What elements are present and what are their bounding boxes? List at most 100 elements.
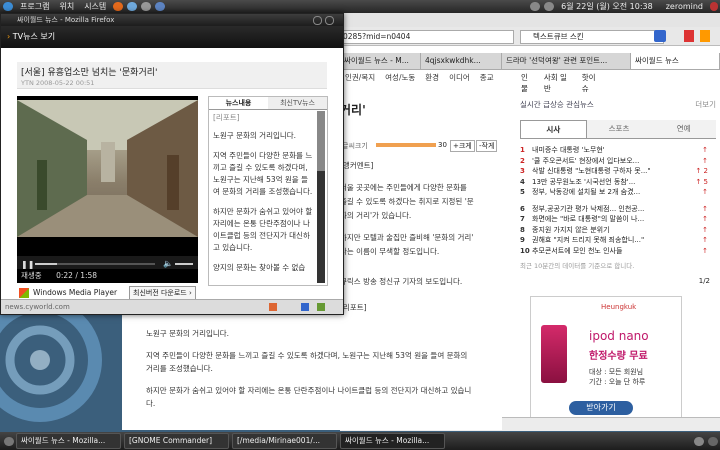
hot-news-item[interactable]: 1 내미증수 대통령 '노무현' ↑ bbox=[520, 145, 716, 156]
hot-news-item[interactable]: 9 권해효 "지켜 드리지 못해 죄송합니..." ↑ bbox=[520, 235, 716, 246]
pause-button[interactable]: ❚❚ bbox=[21, 260, 34, 269]
category-6[interactable]: 인물 bbox=[516, 70, 539, 93]
close-button[interactable] bbox=[325, 16, 334, 25]
tab-2[interactable]: 4qjsxkwkdhk... bbox=[421, 53, 502, 69]
news-headline[interactable]: 추모콘서트에 모인 천노 인사들 bbox=[532, 246, 690, 257]
font-size-value: 30 bbox=[438, 141, 447, 149]
firefox-launcher-icon[interactable] bbox=[113, 2, 124, 11]
rank-change: ↑ bbox=[702, 246, 708, 255]
wmp-bar: Windows Media Player 최신버전 다운로드 › bbox=[17, 286, 199, 300]
more-link[interactable]: 더보기 bbox=[695, 99, 716, 110]
news-headline[interactable]: 종지원 가지지 않은 분위기 bbox=[532, 225, 690, 236]
rank-change: ↑ 5 bbox=[695, 177, 708, 186]
hot-news-item[interactable]: 10 추모콘서트에 모인 천노 인사들 ↑ bbox=[520, 246, 716, 257]
mail-launcher-icon[interactable] bbox=[127, 2, 138, 11]
ipod-ad[interactable]: Heungkuk ipod nano 한정수량 무료 대상 : 모든 회원님 기… bbox=[530, 296, 682, 426]
volume-icon[interactable] bbox=[544, 2, 555, 11]
windows-logo-icon bbox=[19, 288, 29, 298]
hot-news-item[interactable]: 3 삭발 신대통령 "노현대통령 구하자 못..." ↑ 2 bbox=[520, 166, 716, 177]
tab-4-active[interactable]: 싸이월드 뉴스 bbox=[631, 53, 720, 69]
power-icon[interactable] bbox=[710, 2, 718, 11]
download-button[interactable]: 최신버전 다운로드 › bbox=[129, 286, 196, 300]
player-status: 재생중 0:22 / 1:58 bbox=[17, 269, 198, 283]
news-paragraph: 양지의 문화는 찾아볼 수 없습 bbox=[213, 263, 306, 272]
show-desktop-icon[interactable] bbox=[4, 436, 14, 446]
category-4[interactable]: 이디어 bbox=[444, 70, 475, 85]
font-smaller-button[interactable]: -작게 bbox=[476, 140, 498, 152]
sidebar-pager[interactable]: 1/2 bbox=[699, 277, 710, 285]
volume-icon[interactable]: 🔈 bbox=[163, 259, 173, 268]
clock[interactable]: 6월 22일 (월) 오전 10:38 bbox=[556, 1, 658, 12]
text-scrollbar[interactable] bbox=[317, 111, 325, 283]
news-headline[interactable]: 화면에는 "바로 대통령"의 말씀이 나... bbox=[532, 214, 690, 225]
tab-sports[interactable]: 스포츠 bbox=[586, 120, 652, 138]
article-body-lower: 노원구 문화의 거리입니다. 지역 주민들이 다양한 문화를 느끼고 즐길 수 … bbox=[122, 313, 502, 430]
hot-news-item[interactable]: 5 정부, 낙동강에 설치될 보 2개 숨겼... ↑ bbox=[520, 187, 716, 198]
ad-button[interactable]: 받아가기 bbox=[569, 401, 633, 415]
url-field[interactable]: 0285?mid=n0404 bbox=[340, 30, 514, 44]
rank-number: 10 bbox=[520, 246, 530, 255]
article-line: 라는 이름이 무색할 정도입니다. bbox=[340, 247, 440, 256]
tab-latest-tv-news[interactable]: 최신TV뉴스 bbox=[268, 97, 327, 109]
help-launcher-icon[interactable] bbox=[141, 2, 152, 11]
hot-news-sidebar: 실시간 급상승 관심뉴스 더보기 시사 스포츠 연예 1 내미증수 대통령 '노무… bbox=[516, 93, 720, 426]
news-headline[interactable]: '쿨 주오콘서트' 현장에서 입다보오... bbox=[532, 156, 690, 167]
taskbar-item-gnome-commander[interactable]: [GNOME Commander] bbox=[124, 433, 229, 449]
font-size-slider[interactable] bbox=[376, 143, 436, 147]
category-8[interactable]: 핫이슈 bbox=[577, 70, 606, 93]
news-headline[interactable]: 13만 공무원노조 '시국선언 동참'... bbox=[532, 177, 690, 188]
video-player[interactable] bbox=[17, 96, 198, 256]
hot-news-item[interactable]: 6 정부,공공기관 평가 낙제점... 인천공... ↑ bbox=[520, 204, 716, 215]
category-1[interactable]: 인권/복지 bbox=[340, 70, 380, 85]
hot-news-item[interactable]: 7 화면에는 "바로 대통령"의 말씀이 나... ↑ bbox=[520, 214, 716, 225]
menu-system[interactable]: 시스템 bbox=[79, 1, 111, 12]
workspace-switcher-icon[interactable] bbox=[694, 436, 704, 446]
category-7[interactable]: 사회 일반 bbox=[539, 70, 577, 93]
tab-news-content[interactable]: 뉴스내용 bbox=[209, 97, 268, 109]
minimize-button[interactable] bbox=[313, 16, 322, 25]
status-icon bbox=[269, 303, 277, 311]
category-3[interactable]: 환경 bbox=[420, 70, 444, 85]
taskbar-item-firefox-1[interactable]: 싸이월드 뉴스 - Mozilla... bbox=[16, 433, 121, 449]
bookmark-icon[interactable] bbox=[684, 30, 694, 42]
top-panel: 프로그램 위치 시스템 6월 22일 (월) 오전 10:38 zeromind bbox=[0, 0, 720, 13]
hot-news-item[interactable]: 4 13만 공무원노조 '시국선언 동참'... ↑ 5 bbox=[520, 177, 716, 188]
news-headline[interactable]: 내미증수 대통령 '노무현' bbox=[532, 145, 690, 156]
ipod-image bbox=[541, 325, 567, 383]
article-line: 화의 거리'가 있습니다. bbox=[340, 211, 412, 220]
news-headline[interactable]: 삭발 신대통령 "노현대통령 구하자 못..." bbox=[532, 166, 690, 177]
news-headline[interactable]: 정부,공공기관 평가 낙제점... 인천공... bbox=[532, 204, 690, 215]
trash-icon[interactable] bbox=[708, 436, 718, 446]
tab-entertainment[interactable]: 연예 bbox=[651, 120, 717, 138]
popup-titlebar[interactable]: 싸이월드 뉴스 - Mozilla Firefox bbox=[1, 14, 343, 26]
article-line: 서울 곳곳에는 주민들에게 다양한 문화를 bbox=[340, 183, 467, 192]
scroll-thumb[interactable] bbox=[317, 111, 325, 171]
volume-slider[interactable] bbox=[175, 263, 193, 265]
font-bigger-button[interactable]: +크게 bbox=[450, 140, 475, 152]
network-icon[interactable] bbox=[530, 2, 541, 11]
rss-icon[interactable] bbox=[700, 30, 710, 42]
user-name[interactable]: zeromind bbox=[658, 2, 708, 11]
menu-places[interactable]: 위치 bbox=[54, 1, 79, 12]
messenger-launcher-icon[interactable] bbox=[155, 2, 166, 11]
tab-current-affairs[interactable]: 시사 bbox=[520, 120, 587, 138]
category-2[interactable]: 여성/노동 bbox=[380, 70, 420, 85]
news-text-panel: 뉴스내용 최신TV뉴스 [리포트] 노원구 문화의 거리입니다. 지역 주민들이… bbox=[208, 96, 328, 286]
rank-number: 1 bbox=[520, 146, 525, 154]
hot-news-item[interactable]: 8 종지원 가지지 않은 분위기 ↑ bbox=[520, 225, 716, 236]
menu-applications[interactable]: 프로그램 bbox=[15, 1, 54, 12]
search-engine-icon[interactable] bbox=[654, 30, 666, 42]
category-menu-right: 인물 사회 일반 핫이슈 bbox=[516, 70, 606, 93]
taskbar-item-folder[interactable]: [/media/Mirinae001/... bbox=[232, 433, 337, 449]
search-field[interactable]: 텍스트큐브 스킨 bbox=[520, 30, 664, 44]
news-headline[interactable]: 권해효 "지켜 드리지 못해 죄송합니..." bbox=[532, 235, 690, 246]
gnome-menu-icon[interactable] bbox=[3, 2, 13, 11]
tab-3[interactable]: 드라마 '선덕여왕' 관련 포인트... bbox=[502, 53, 631, 69]
news-headline[interactable]: 정부, 낙동강에 설치될 보 2개 숨겼... bbox=[532, 187, 690, 198]
news-text: [리포트] 노원구 문화의 거리입니다. 지역 주민들이 다양한 문화를 느끼고… bbox=[209, 110, 319, 274]
tab-1[interactable]: 싸이월드 뉴스 - M... bbox=[340, 53, 421, 69]
taskbar-item-firefox-2[interactable]: 싸이월드 뉴스 - Mozilla... bbox=[340, 433, 445, 449]
hot-news-item[interactable]: 2 '쿨 주오콘서트' 현장에서 입다보오... ↑ bbox=[520, 156, 716, 167]
category-5[interactable]: 종교 bbox=[475, 70, 499, 85]
font-size-label: 글씨크기 bbox=[342, 142, 368, 150]
